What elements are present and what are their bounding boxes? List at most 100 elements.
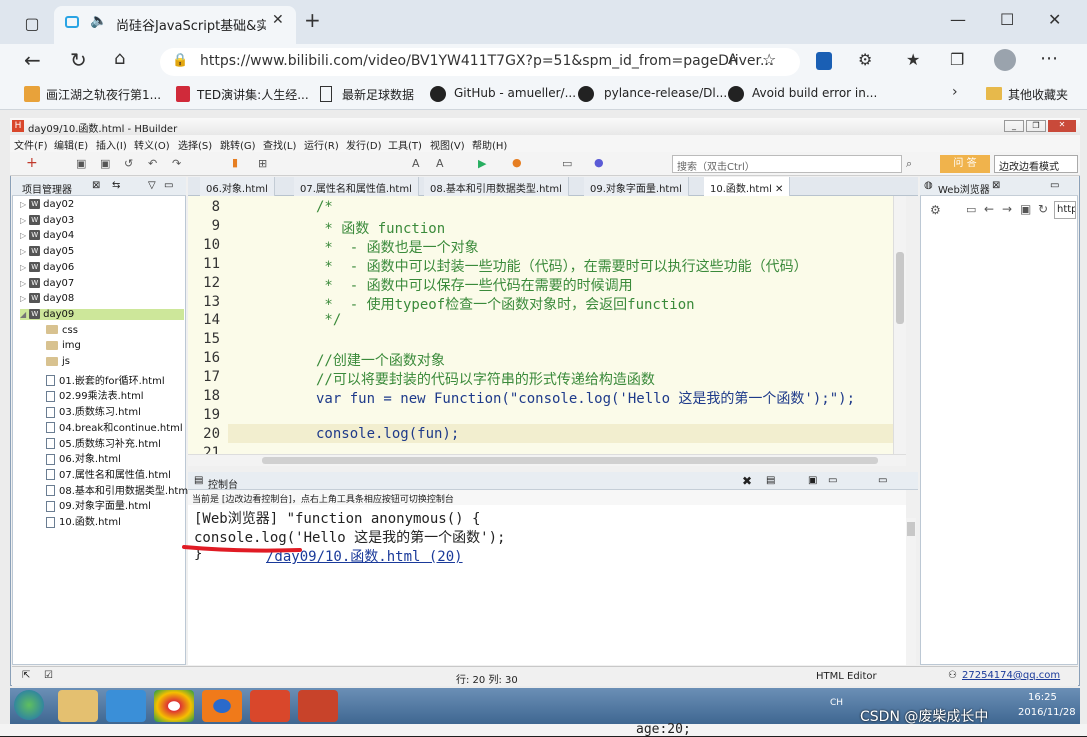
- favorite-item[interactable]: 画江湖之轨夜行第1...: [46, 86, 161, 103]
- menu-file[interactable]: 文件(F): [14, 137, 48, 152]
- read-aloud-icon[interactable]: A: [728, 52, 738, 68]
- font-up-icon[interactable]: A: [412, 157, 420, 170]
- console-minimize-icon[interactable]: ▭: [878, 475, 887, 486]
- tree-file[interactable]: 05.质数练习补充.html: [46, 435, 161, 450]
- favorite-item[interactable]: TED演讲集:人生经...: [197, 86, 309, 103]
- console-vscroll[interactable]: [906, 518, 916, 665]
- add-favorite-icon[interactable]: ☆: [762, 50, 776, 69]
- tree-file[interactable]: 08.基本和引用数据类型.html: [46, 482, 191, 497]
- menu-goto[interactable]: 跳转(G): [220, 137, 256, 152]
- explorer-taskbar-icon[interactable]: [58, 690, 98, 722]
- tree-project[interactable]: ▷ Wday02: [20, 199, 74, 210]
- tree-file[interactable]: 06.对象.html: [46, 450, 121, 465]
- tree-file[interactable]: 10.函数.html: [46, 513, 121, 528]
- tab-07[interactable]: 07.属性名和属性值.html: [294, 177, 419, 196]
- web-preview-icon[interactable]: ▭: [966, 203, 976, 216]
- web-stop-icon[interactable]: ▣: [1020, 202, 1031, 216]
- favorite-item[interactable]: 最新足球数据: [342, 86, 414, 103]
- panel-menu-icon[interactable]: ▽: [148, 180, 156, 191]
- url-text[interactable]: https://www.bilibili.com/video/BV1YW411T…: [200, 53, 773, 69]
- tree-file[interactable]: 09.对象字面量.html: [46, 497, 151, 512]
- code-line[interactable]: //可以将要封装的代码以字符串的形式传递给构造函数: [316, 369, 655, 389]
- format-icon[interactable]: ⊞: [258, 157, 267, 170]
- ide-restore-icon[interactable]: ❐: [1026, 120, 1046, 132]
- panel-minimize-icon[interactable]: ▭: [164, 180, 173, 191]
- chevron-right-icon[interactable]: ›: [952, 84, 958, 100]
- web-back-icon[interactable]: ←: [984, 202, 994, 216]
- run-icon[interactable]: ▶: [478, 157, 486, 170]
- favorite-item[interactable]: Avoid build error in...: [752, 86, 877, 100]
- user-account[interactable]: 27254174@qq.com: [962, 670, 1060, 681]
- back-icon[interactable]: ←: [24, 48, 41, 72]
- qa-button[interactable]: 问 答: [940, 155, 990, 173]
- menu-select[interactable]: 选择(S): [178, 137, 212, 152]
- menu-find[interactable]: 查找(L): [263, 137, 296, 152]
- menu-escape[interactable]: 转义(O): [134, 137, 170, 152]
- tree-file[interactable]: 07.属性名和属性值.html: [46, 466, 171, 481]
- ie-taskbar-icon[interactable]: [106, 690, 146, 722]
- code-line[interactable]: var fun = new Function("console.log('Hel…: [316, 388, 855, 408]
- revert-icon[interactable]: ↺: [124, 157, 133, 170]
- ide-close-icon[interactable]: ✕: [1048, 120, 1076, 132]
- menu-edit[interactable]: 编辑(E): [54, 137, 88, 152]
- menu-view[interactable]: 视图(V): [430, 137, 465, 152]
- console-tool-icon[interactable]: ▤: [766, 475, 775, 486]
- code-line[interactable]: /*: [316, 199, 333, 215]
- scroll-thumb[interactable]: [896, 252, 904, 324]
- other-favorites[interactable]: 其他收藏夹: [1008, 86, 1068, 103]
- code-line[interactable]: * - 函数中可以保存一些代码在需要的时候调用: [316, 275, 632, 295]
- powerpoint-taskbar-icon[interactable]: [298, 690, 338, 722]
- clear-console-icon[interactable]: ✖: [742, 474, 752, 488]
- web-panel-close-icon[interactable]: ⊠: [992, 180, 1000, 191]
- tree-project[interactable]: ◢ Wday09: [20, 308, 184, 320]
- preview-icon[interactable]: ▭: [562, 157, 572, 170]
- hbuilder-taskbar-icon[interactable]: [250, 690, 290, 722]
- more-icon[interactable]: ⋯: [1040, 48, 1058, 69]
- web-url-input[interactable]: http: [1054, 201, 1076, 219]
- panel-close-icon[interactable]: ⊠: [92, 180, 100, 191]
- tab-08[interactable]: 08.基本和引用数据类型.html: [424, 177, 569, 196]
- tree-project[interactable]: ▷ Wday04: [20, 230, 74, 241]
- save-all-icon[interactable]: ▣: [100, 157, 110, 170]
- home-icon[interactable]: ⌂: [114, 48, 125, 69]
- redo-icon[interactable]: ↷: [172, 157, 181, 170]
- globe-icon[interactable]: ●: [594, 156, 604, 169]
- tree-file[interactable]: 02.99乘法表.html: [46, 387, 144, 402]
- start-button[interactable]: [14, 690, 44, 720]
- tree-folder[interactable]: img: [46, 340, 81, 351]
- tab-06[interactable]: 06.对象.html: [200, 177, 275, 196]
- code-line[interactable]: */: [316, 312, 341, 328]
- favorite-item[interactable]: pylance-release/Dl...: [604, 86, 727, 100]
- undo-icon[interactable]: ↶: [148, 157, 157, 170]
- collapse-icon[interactable]: ⇆: [112, 180, 120, 191]
- console-scroll-thumb[interactable]: [907, 522, 915, 536]
- favorites-icon[interactable]: ★: [906, 50, 920, 69]
- close-window-icon[interactable]: ✕: [1048, 10, 1061, 29]
- code-line[interactable]: //创建一个函数对象: [316, 350, 445, 370]
- tree-folder[interactable]: js: [46, 356, 70, 367]
- tree-file[interactable]: 01.嵌套的for循环.html: [46, 372, 165, 387]
- extension-shield-icon[interactable]: [816, 52, 832, 70]
- new-tab-icon[interactable]: +: [304, 8, 321, 32]
- tree-folder[interactable]: css: [46, 325, 78, 336]
- editor-hscroll[interactable]: [188, 454, 906, 466]
- editor-vscroll[interactable]: [893, 196, 906, 454]
- minimize-icon[interactable]: —: [950, 10, 966, 29]
- tab-actions-icon[interactable]: ▢: [22, 14, 42, 33]
- save-icon[interactable]: ▣: [76, 157, 86, 170]
- lock-icon[interactable]: 🔒: [172, 53, 188, 68]
- menu-help[interactable]: 帮助(H): [472, 137, 507, 152]
- font-down-icon[interactable]: A: [436, 157, 444, 170]
- menu-run[interactable]: 运行(R): [304, 137, 339, 152]
- chrome-taskbar-icon[interactable]: [154, 690, 194, 722]
- tab-10-active[interactable]: 10.函数.html ✕: [704, 177, 791, 196]
- web-panel-minimize-icon[interactable]: ▭: [1050, 180, 1059, 191]
- maximize-icon[interactable]: ☐: [1000, 10, 1014, 29]
- collections-icon[interactable]: ❐: [950, 50, 964, 69]
- ide-search-input[interactable]: 搜索（双击Ctrl）: [672, 155, 902, 173]
- menu-insert[interactable]: 插入(I): [96, 137, 127, 152]
- code-line[interactable]: console.log(fun);: [316, 426, 459, 442]
- tab-09[interactable]: 09.对象字面量.html: [584, 177, 689, 196]
- new-icon[interactable]: +: [26, 155, 38, 171]
- ide-minimize-icon[interactable]: _: [1004, 120, 1024, 132]
